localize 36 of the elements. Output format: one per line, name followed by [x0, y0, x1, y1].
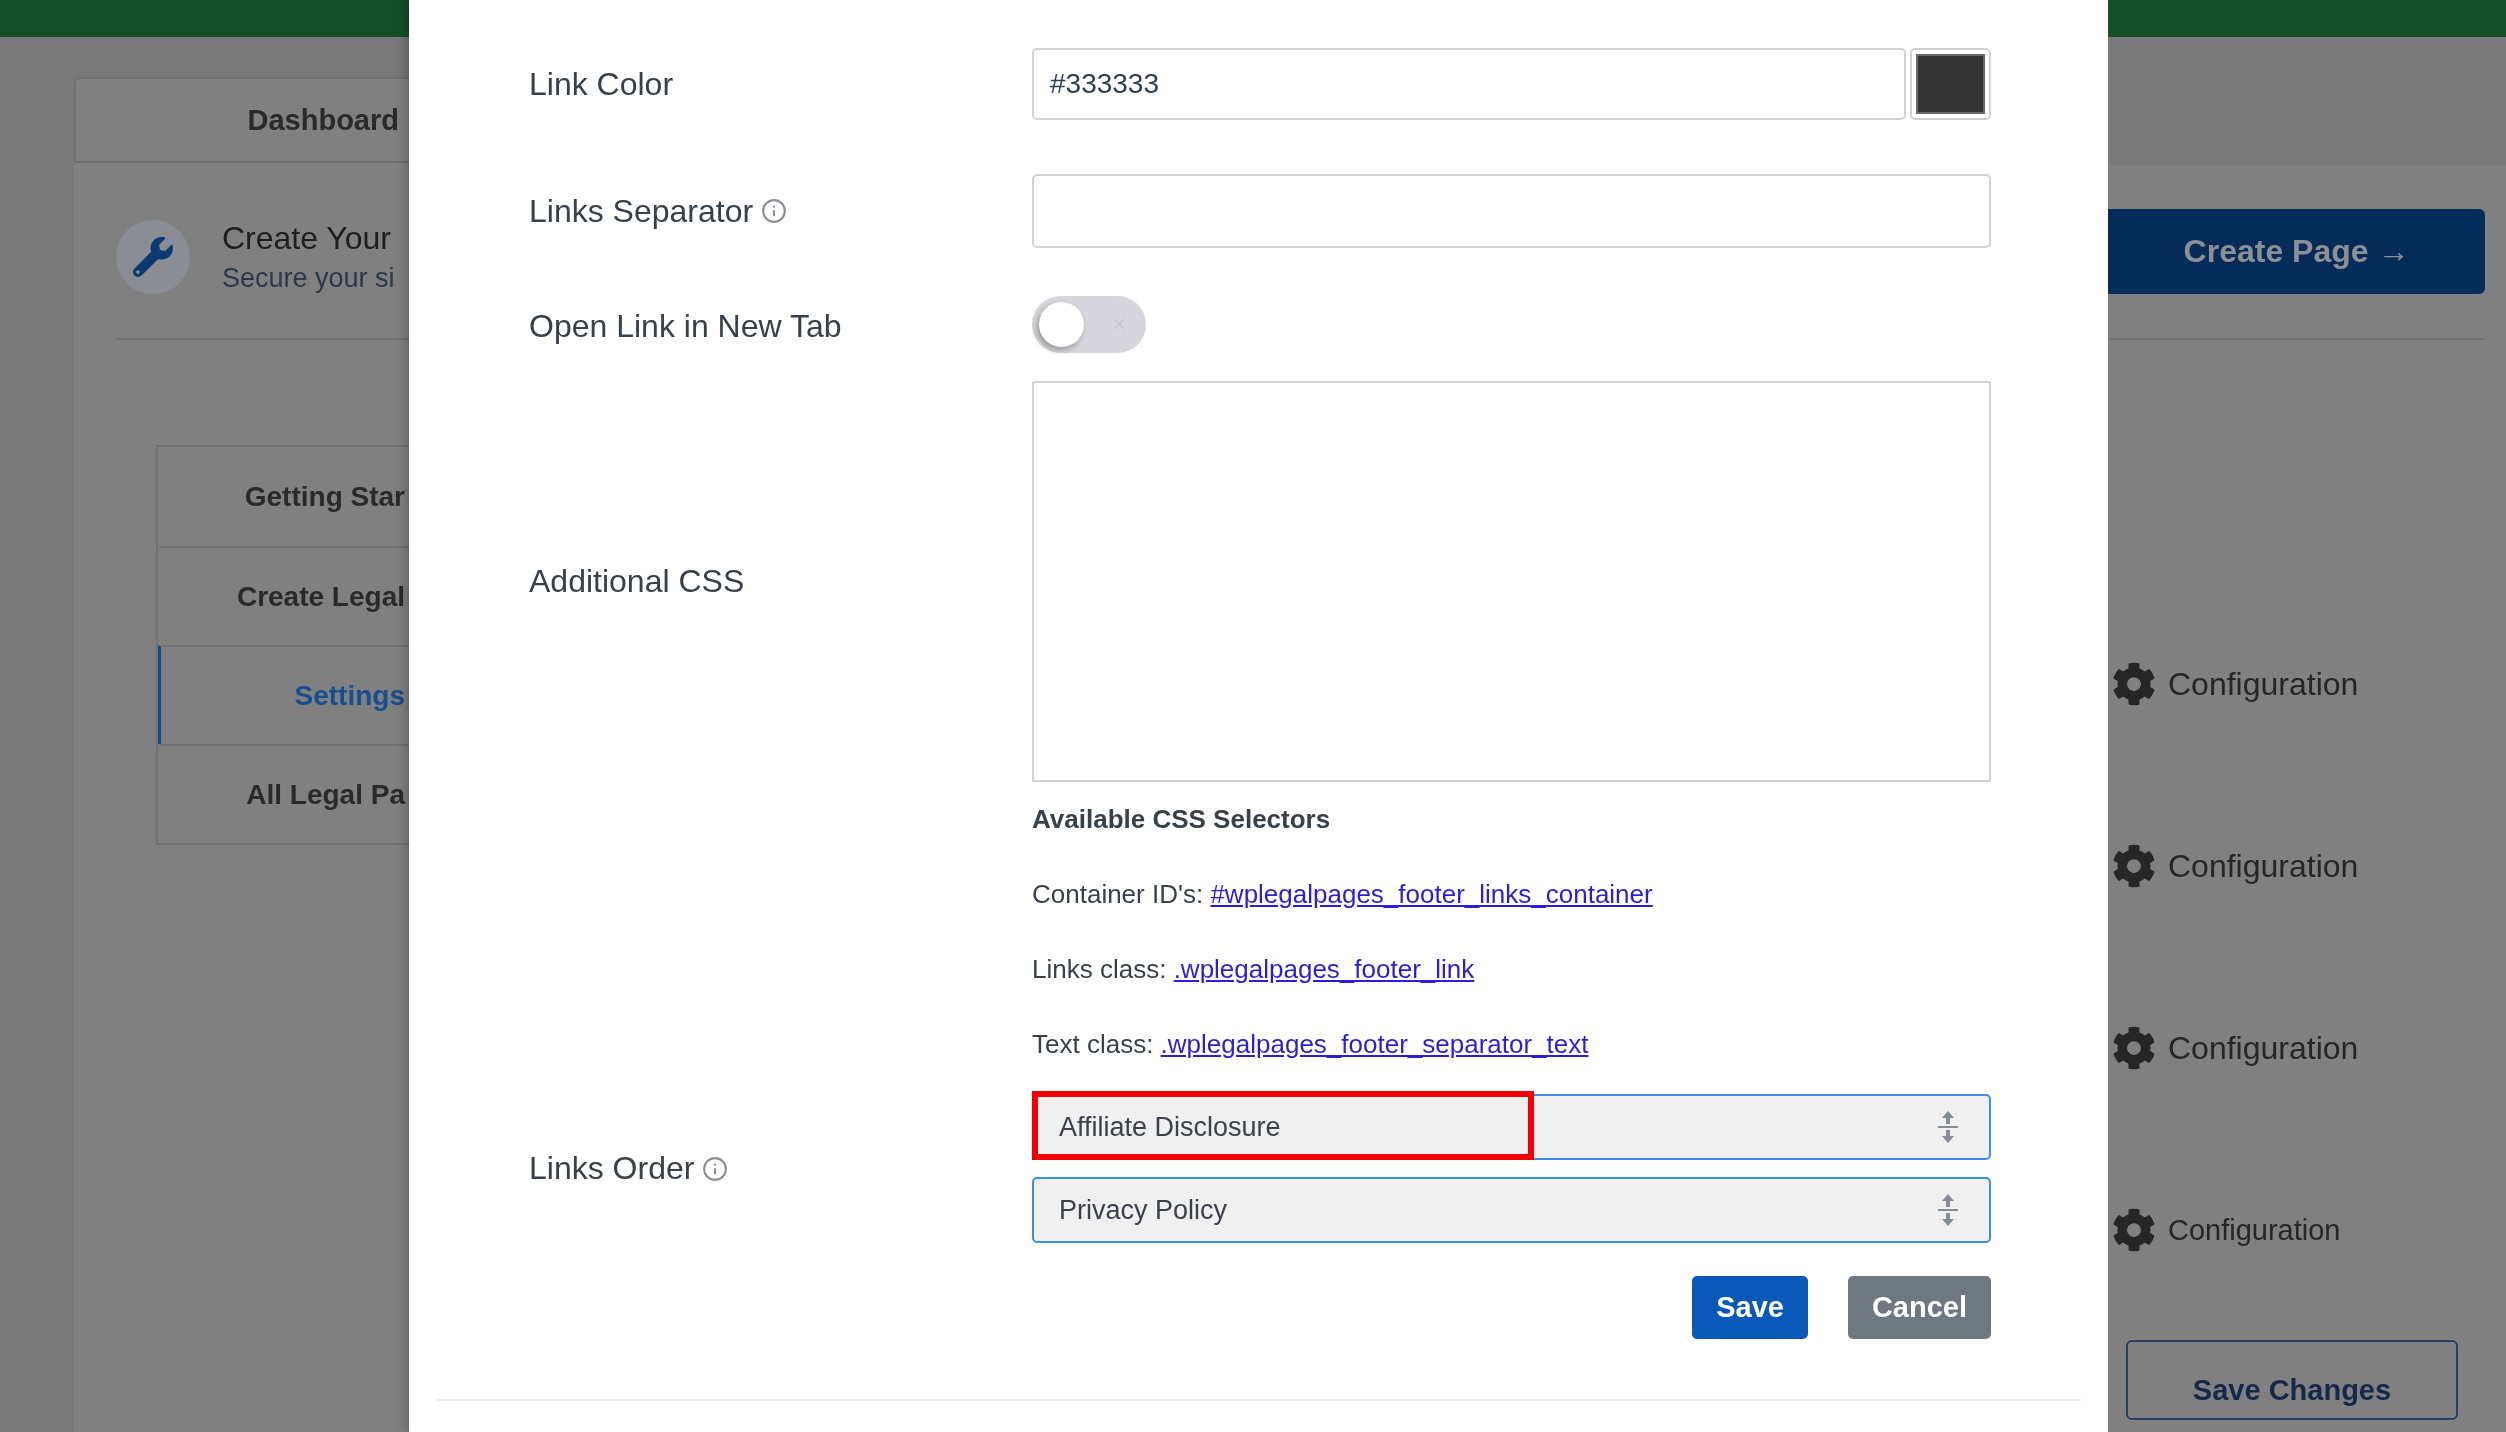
- selector-link[interactable]: .wplegalpages_footer_link: [1173, 954, 1475, 984]
- gear-icon[interactable]: [2112, 662, 2156, 706]
- separator-field[interactable]: [1032, 174, 1991, 248]
- color-swatch[interactable]: [1910, 48, 1991, 120]
- section-title: Create Your: [222, 220, 392, 257]
- create-page-button[interactable]: Create Page →: [2108, 209, 2485, 294]
- drag-handle-icon[interactable]: [1937, 1109, 1959, 1145]
- gear-icon[interactable]: [2112, 1026, 2156, 1070]
- configuration-link[interactable]: Configuration: [2168, 1213, 2341, 1247]
- selector-line: Container ID's: #wplegalpages_footer_links_container: [1032, 879, 1654, 910]
- selector-link[interactable]: #wplegalpages_footer_links_container: [1210, 879, 1653, 909]
- order-item[interactable]: Privacy Policy: [1032, 1177, 1991, 1243]
- dashboard-tab[interactable]: Dashboard: [74, 77, 409, 163]
- selector-line: Links class: .wplegalpages_footer_link: [1032, 954, 1476, 985]
- field-label: Links Separator: [529, 192, 754, 230]
- color-field[interactable]: #333333: [1032, 48, 1906, 120]
- drag-handle-icon[interactable]: [1937, 1192, 1959, 1228]
- gear-icon[interactable]: [2112, 844, 2156, 888]
- selector-line: Text class: .wplegalpages_footer_separator_text: [1032, 1029, 1590, 1060]
- save-changes-button[interactable]: Save Changes: [2126, 1340, 2458, 1420]
- toggle-switch[interactable]: [1032, 296, 1146, 353]
- configuration-link[interactable]: Configuration: [2168, 1029, 2359, 1067]
- gear-icon[interactable]: [2112, 1208, 2156, 1252]
- section-subtitle: Secure your si: [222, 263, 395, 294]
- configuration-link[interactable]: Configuration: [2168, 847, 2359, 885]
- order-item[interactable]: Affiliate Disclosure: [1032, 1094, 1991, 1160]
- nav-item[interactable]: Getting Star: [158, 447, 409, 546]
- cancel-button[interactable]: Cancel: [1847, 1276, 1991, 1339]
- selectors-title: Available CSS Selectors: [1032, 804, 1332, 835]
- field-label: Links Order: [529, 1150, 695, 1187]
- field-label: Open Link in New Tab: [529, 308, 842, 345]
- save-button[interactable]: Save: [1692, 1276, 1808, 1339]
- field-label: Link Color: [529, 65, 674, 103]
- field-label: Additional CSS: [529, 563, 745, 600]
- selector-link[interactable]: .wplegalpages_footer_separator_text: [1160, 1029, 1589, 1059]
- configuration-link[interactable]: Configuration: [2168, 665, 2359, 703]
